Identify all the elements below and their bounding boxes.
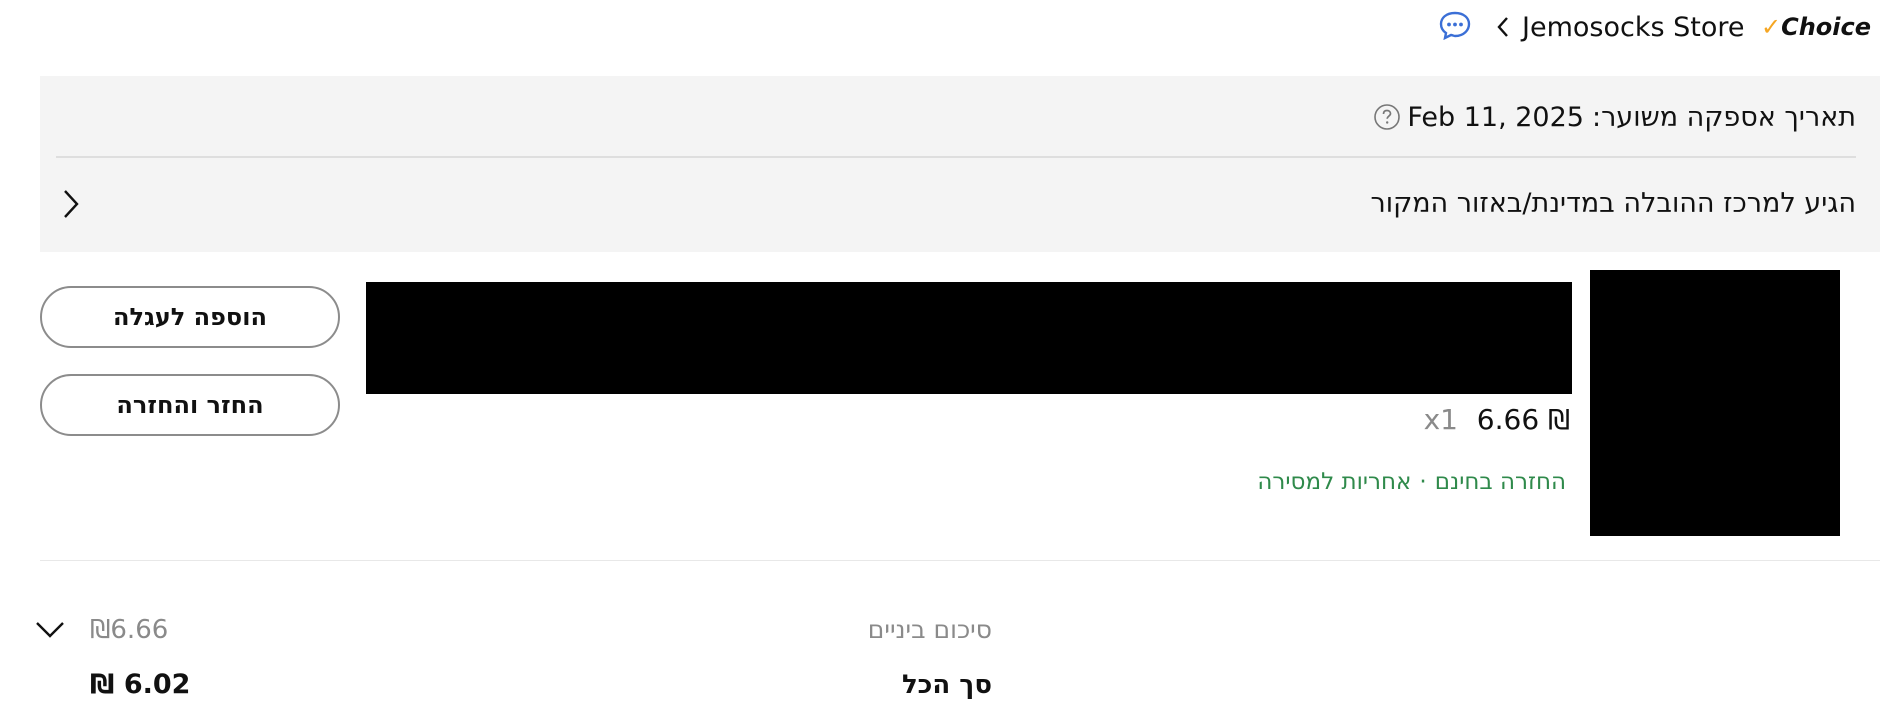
item-price: 6.66 ₪ (1476, 403, 1570, 436)
product-title-redacted[interactable] (366, 282, 1572, 394)
delivery-status[interactable]: הגיע למרכז ההובלה במדינת/באזור המקור (1370, 164, 1856, 244)
estimated-delivery-row: תאריך אספקה משוער: Feb 11, 2025 (1373, 76, 1856, 158)
choice-badge: ✓Choice (1761, 10, 1871, 44)
store-name-link[interactable]: Jemosocks Store (1522, 8, 1744, 48)
total-label: סך הכל (901, 670, 992, 700)
add-to-cart-button[interactable]: הוספה לעגלה (40, 286, 340, 348)
store-header: Jemosocks Store ✓Choice (1438, 8, 1880, 48)
chevron-right-icon[interactable] (62, 188, 80, 220)
delivery-guarantee-label: אחריות למסירה (1257, 469, 1412, 495)
item-price-row: 6.66 ₪ x1 (1400, 402, 1570, 438)
free-return-label: החזרה בחינם (1434, 469, 1566, 495)
delivery-panel: תאריך אספקה משוער: Feb 11, 2025 הגיע למר… (40, 76, 1880, 252)
return-refund-button[interactable]: החזר והחזרה (40, 374, 340, 436)
chevron-down-icon[interactable] (34, 616, 66, 644)
subtotal-label: סיכום ביניים (867, 615, 992, 644)
product-image[interactable] (1590, 270, 1840, 536)
choice-check-icon: ✓ (1761, 13, 1782, 41)
chat-icon[interactable] (1438, 10, 1472, 41)
total-value: ₪ 6.02 (90, 669, 191, 700)
section-divider (40, 560, 1880, 561)
item-benefits: החזרה בחינם · אחריות למסירה (1257, 464, 1566, 500)
item-quantity: x1 (1423, 403, 1458, 436)
subtotal-value: ₪6.66 (90, 615, 169, 645)
delivery-divider (56, 156, 1856, 158)
chevron-left-icon[interactable] (1496, 16, 1510, 38)
benefit-separator: · (1419, 469, 1427, 495)
estimated-delivery-label: תאריך אספקה משוער: (1591, 101, 1856, 133)
question-circle-icon[interactable] (1373, 103, 1401, 131)
estimated-delivery-date: Feb 11, 2025 (1407, 101, 1584, 133)
choice-label: Choice (1781, 13, 1872, 41)
